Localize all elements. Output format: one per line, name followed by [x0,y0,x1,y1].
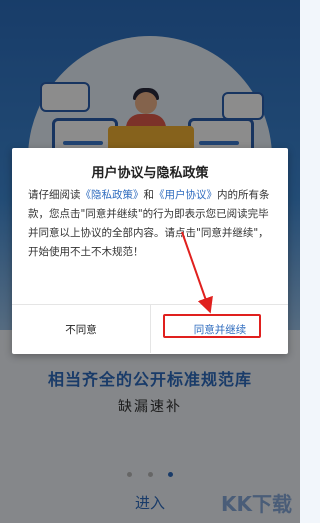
user-agreement-link[interactable]: 《用户协议》 [154,189,217,201]
dialog-title: 用户协议与隐私政策 [91,166,209,181]
privacy-policy-link[interactable]: 《隐私政策》 [81,189,144,201]
privacy-dialog: 用户协议与隐私政策 请仔细阅读《隐私政策》和《用户协议》内的所有条款，您点击"同… [12,148,288,354]
dialog-text: 和 [143,189,155,201]
dialog-body: 请仔细阅读《隐私政策》和《用户协议》内的所有条款，您点击"同意并继续"的行为即表… [28,186,274,262]
highlight-box [163,314,261,338]
disagree-button[interactable]: 不同意 [12,305,150,353]
dialog-text: 请仔细阅读 [28,189,81,201]
